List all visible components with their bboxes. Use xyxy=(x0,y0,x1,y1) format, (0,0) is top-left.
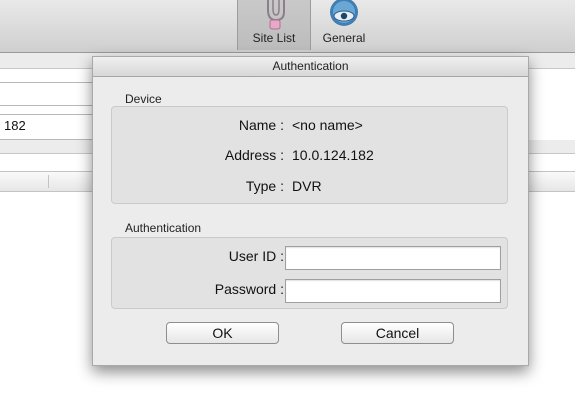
device-group-box: Name : <no name> Address : 10.0.124.182 … xyxy=(111,106,508,204)
column-separator xyxy=(48,175,49,188)
name-label: Name : xyxy=(238,117,284,133)
ok-button[interactable]: OK xyxy=(166,322,279,344)
type-label: Type : xyxy=(245,178,284,194)
auth-group-label: Authentication xyxy=(125,221,202,235)
auth-group-box: User ID : Password : xyxy=(111,237,508,309)
address-label: Address : xyxy=(224,147,284,163)
site-list-tab[interactable]: Site List xyxy=(237,0,311,50)
user-id-label: User ID : xyxy=(228,248,284,264)
device-group-label: Device xyxy=(125,92,162,106)
user-id-input[interactable] xyxy=(285,246,501,270)
general-tab[interactable]: General xyxy=(311,0,377,50)
bg-address-input[interactable]: 182 xyxy=(0,114,96,140)
general-eye-icon xyxy=(330,0,358,26)
password-input[interactable] xyxy=(285,279,501,303)
bg-address-text: 182 xyxy=(4,118,26,133)
site-list-label: Site List xyxy=(252,31,296,45)
dialog-title: Authentication xyxy=(93,57,528,77)
authentication-dialog: Authentication Device Name : <no name> A… xyxy=(92,56,529,366)
general-label: General xyxy=(322,31,366,45)
bg-input-1[interactable] xyxy=(0,82,96,106)
address-value: 10.0.124.182 xyxy=(292,147,374,163)
site-list-icon xyxy=(267,0,285,30)
toolbar: Site List General xyxy=(0,0,575,53)
cancel-button[interactable]: Cancel xyxy=(341,322,454,344)
name-value: <no name> xyxy=(292,117,363,133)
type-value: DVR xyxy=(292,178,322,194)
password-label: Password : xyxy=(214,281,284,297)
